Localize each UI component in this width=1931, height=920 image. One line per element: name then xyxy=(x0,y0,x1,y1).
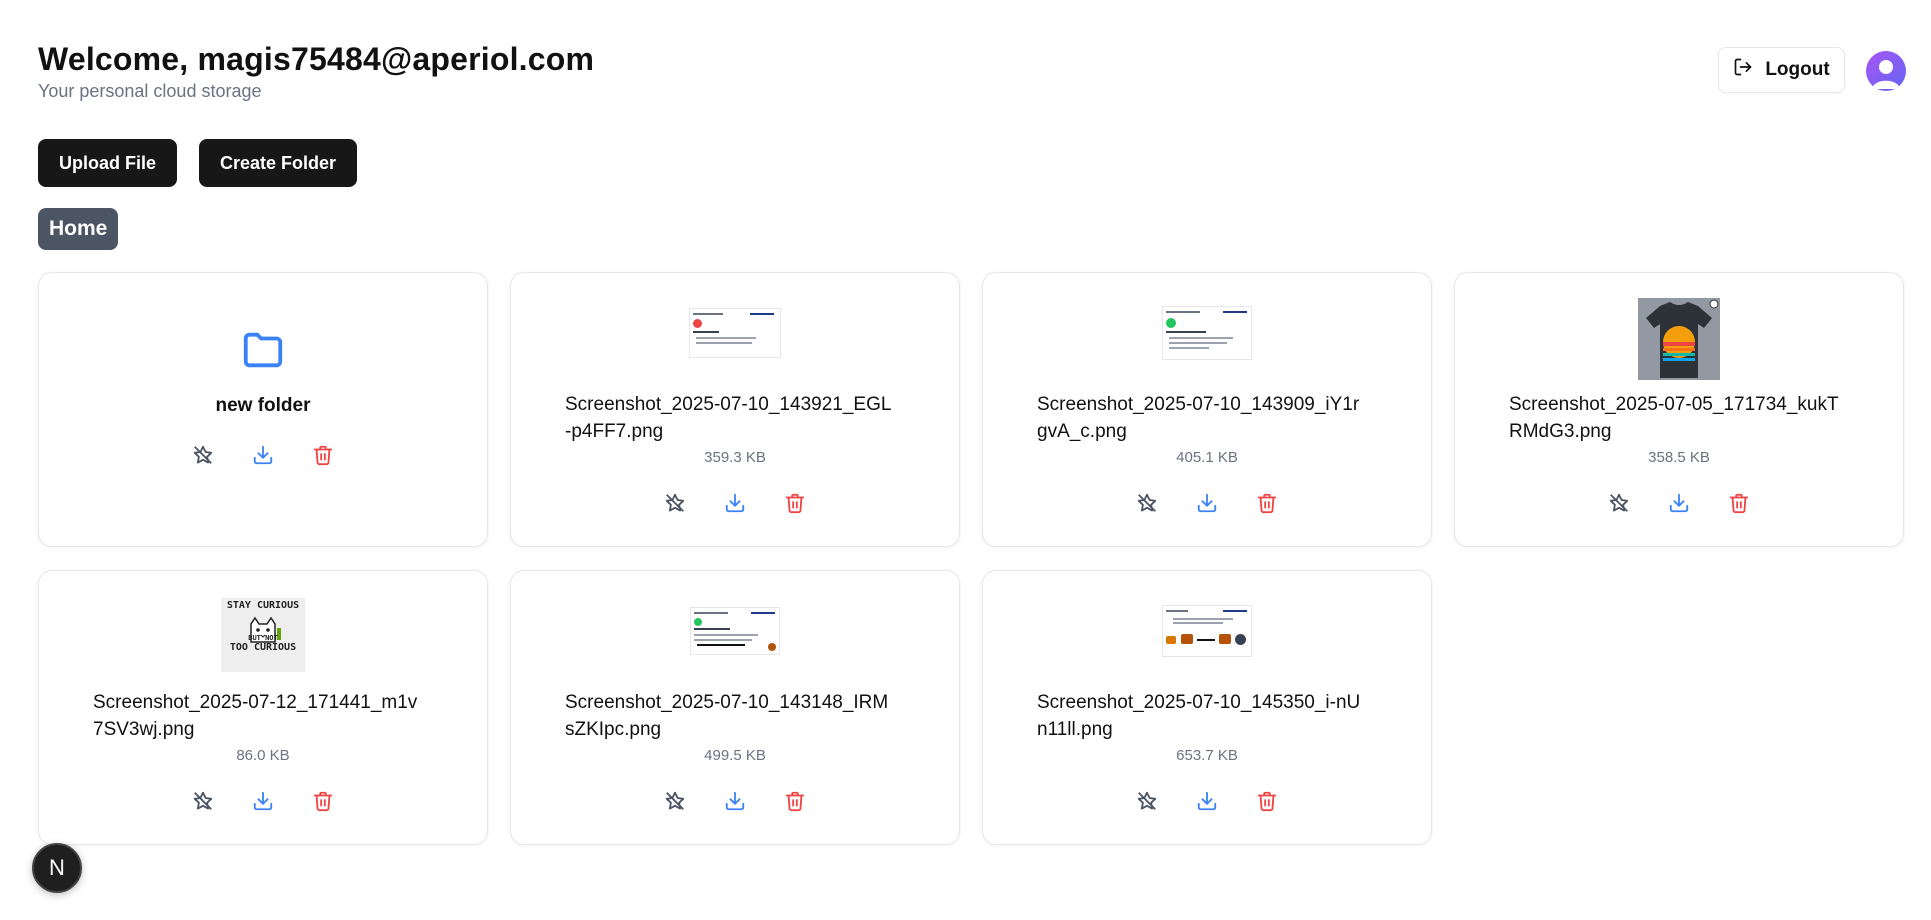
card-actions xyxy=(39,789,487,813)
folder-card[interactable]: new folder xyxy=(38,272,488,547)
logout-icon xyxy=(1733,57,1753,83)
nextjs-dev-badge[interactable]: N xyxy=(32,843,82,893)
download-icon[interactable] xyxy=(1195,491,1219,515)
card-actions xyxy=(511,491,959,515)
file-card[interactable]: Screenshot_2025-07-10_145350_i-nUn11ll.p… xyxy=(982,570,1432,845)
page-title: Welcome, magis75484@aperiol.com xyxy=(38,41,595,77)
breadcrumb-home[interactable]: Home xyxy=(38,208,119,250)
unstar-icon[interactable] xyxy=(1135,789,1159,813)
delete-icon[interactable] xyxy=(783,491,807,515)
file-size: 359.3 KB xyxy=(704,449,766,466)
file-size: 358.5 KB xyxy=(1648,449,1710,466)
logout-button[interactable]: Logout xyxy=(1718,47,1845,93)
delete-icon[interactable] xyxy=(783,789,807,813)
upload-file-button[interactable]: Upload File xyxy=(38,139,178,187)
create-folder-button[interactable]: Create Folder xyxy=(199,139,358,187)
file-thumbnail xyxy=(690,595,780,667)
file-card[interactable]: Screenshot_2025-07-05_171734_kukTRMdG3.p… xyxy=(1454,272,1904,547)
card-actions xyxy=(39,443,487,467)
file-name: Screenshot_2025-07-10_143909_iY1rgvA_c.p… xyxy=(1037,394,1360,442)
avatar[interactable] xyxy=(1866,51,1906,91)
download-icon[interactable] xyxy=(1195,789,1219,813)
file-size: 405.1 KB xyxy=(1176,449,1238,466)
file-thumbnail xyxy=(1162,595,1252,667)
unstar-icon[interactable] xyxy=(1135,491,1159,515)
file-size: 653.7 KB xyxy=(1176,747,1238,764)
file-thumbnail xyxy=(1162,297,1252,369)
thumb-text-mid: BUT NOT xyxy=(248,634,278,642)
delete-icon[interactable] xyxy=(1727,491,1751,515)
thumb-text-bottom: TOO CURIOUS xyxy=(229,642,297,653)
file-name: Screenshot_2025-07-10_143148_IRMsZKIpc.p… xyxy=(565,692,889,740)
card-actions xyxy=(983,491,1431,515)
unstar-icon[interactable] xyxy=(663,789,687,813)
user-icon xyxy=(1872,60,1900,89)
thumb-text-top: STAY CURIOUS xyxy=(226,600,300,611)
file-size: 86.0 KB xyxy=(236,747,290,764)
delete-icon[interactable] xyxy=(1255,789,1279,813)
delete-icon[interactable] xyxy=(311,789,335,813)
download-icon[interactable] xyxy=(1667,491,1691,515)
download-icon[interactable] xyxy=(723,491,747,515)
file-thumbnail xyxy=(689,297,781,369)
logout-label: Logout xyxy=(1765,59,1830,80)
delete-icon[interactable] xyxy=(1255,491,1279,515)
page-subtitle: Your personal cloud storage xyxy=(38,81,262,101)
delete-icon[interactable] xyxy=(311,443,335,467)
file-card[interactable]: STAY CURIOUS BUT NOT TOO CURIOUS Screens… xyxy=(38,570,488,845)
unstar-icon[interactable] xyxy=(191,443,215,467)
unstar-icon[interactable] xyxy=(191,789,215,813)
download-icon[interactable] xyxy=(723,789,747,813)
file-name: Screenshot_2025-07-05_171734_kukTRMdG3.p… xyxy=(1509,394,1839,442)
download-icon[interactable] xyxy=(251,789,275,813)
file-grid: new folder Screenshot_2025-07-10_143921_… xyxy=(38,272,1904,845)
card-actions xyxy=(511,789,959,813)
card-actions xyxy=(1455,491,1903,515)
file-name: Screenshot_2025-07-10_145350_i-nUn11ll.p… xyxy=(1037,692,1361,740)
file-size: 499.5 KB xyxy=(704,747,766,764)
toolbar: Upload File Create Folder xyxy=(38,139,358,187)
card-actions xyxy=(983,789,1431,813)
header: Welcome, magis75484@aperiol.com Your per… xyxy=(38,38,594,102)
file-card[interactable]: Screenshot_2025-07-10_143921_EGL-p4FF7.p… xyxy=(510,272,960,547)
file-name: Screenshot_2025-07-10_143921_EGL-p4FF7.p… xyxy=(565,394,892,442)
file-card[interactable]: Screenshot_2025-07-10_143148_IRMsZKIpc.p… xyxy=(510,570,960,845)
folder-name: new folder xyxy=(215,395,311,416)
file-thumbnail xyxy=(1638,297,1720,381)
tshirt-image xyxy=(1638,298,1720,380)
file-thumbnail: STAY CURIOUS BUT NOT TOO CURIOUS xyxy=(221,595,305,675)
file-card[interactable]: Screenshot_2025-07-10_143909_iY1rgvA_c.p… xyxy=(982,272,1432,547)
folder-icon xyxy=(237,327,289,378)
unstar-icon[interactable] xyxy=(1607,491,1631,515)
download-icon[interactable] xyxy=(251,443,275,467)
page: Welcome, magis75484@aperiol.com Your per… xyxy=(0,0,1931,920)
unstar-icon[interactable] xyxy=(663,491,687,515)
file-name: Screenshot_2025-07-12_171441_m1v7SV3wj.p… xyxy=(93,692,418,740)
